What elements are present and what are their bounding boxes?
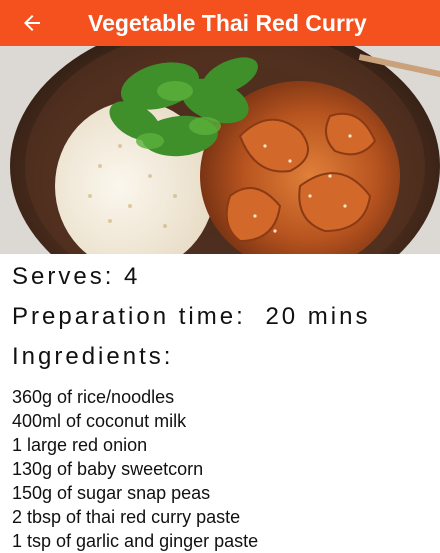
serves-value: 4 [124, 263, 141, 290]
prep-time-value: 20 mins [265, 303, 371, 330]
ingredient-list: 360g of rice/noodles 400ml of coconut mi… [12, 385, 432, 553]
ingredients-heading: Ingredients: [12, 343, 174, 370]
prep-time-label: Preparation time: [12, 303, 246, 330]
app-bar: Vegetable Thai Red Curry [0, 0, 440, 46]
ingredient-item: 1 tsp of garlic and ginger paste [12, 531, 259, 551]
recipe-hero-image [0, 46, 440, 254]
serves-row: Serves: 4 [12, 257, 432, 297]
ingredient-item: 360g of rice/noodles [12, 387, 175, 407]
prep-time-row: Preparation time: 20 mins [12, 297, 432, 337]
ingredient-item: 400ml of coconut milk [12, 411, 187, 431]
page-title: Vegetable Thai Red Curry [88, 10, 367, 36]
ingredient-item: 2 tbsp of thai red curry paste [12, 507, 241, 527]
ingredient-item: 130g of baby sweetcorn [12, 459, 204, 479]
back-button[interactable] [16, 7, 48, 39]
serves-label: Serves: [12, 263, 115, 290]
recipe-details: Serves: 4 Preparation time: 20 mins Ingr… [12, 254, 432, 553]
arrow-back-icon [24, 15, 40, 31]
ingredient-item: 150g of sugar snap peas [12, 483, 211, 503]
ingredient-item: 1 large red onion [12, 435, 148, 455]
